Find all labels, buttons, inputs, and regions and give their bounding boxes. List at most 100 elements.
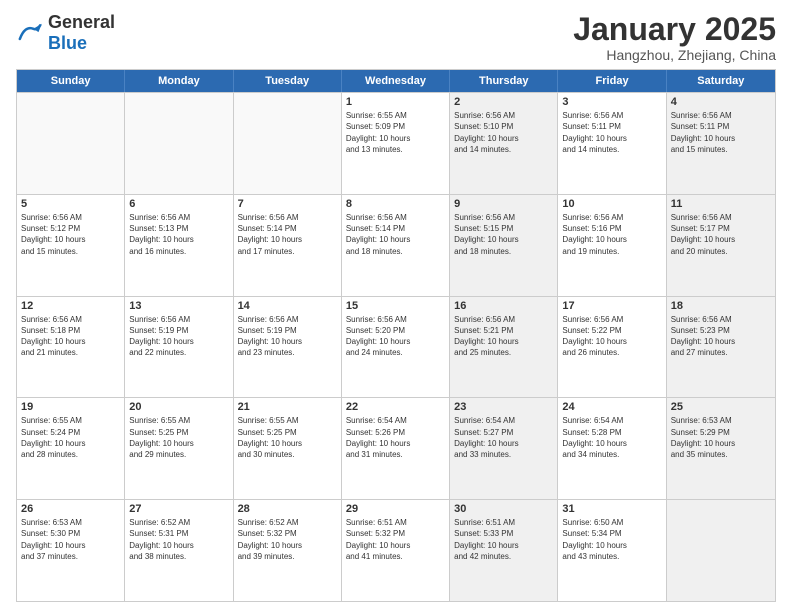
day-info: Sunrise: 6:56 AM Sunset: 5:16 PM Dayligh… bbox=[562, 212, 661, 257]
header-day-thursday: Thursday bbox=[450, 70, 558, 92]
calendar-cell-1-5: 10 Sunrise: 6:56 AM Sunset: 5:16 PM Dayli… bbox=[558, 195, 666, 296]
day-number: 27 bbox=[129, 503, 228, 515]
calendar-cell-4-5: 31 Sunrise: 6:50 AM Sunset: 5:34 PM Dayli… bbox=[558, 500, 666, 601]
day-number: 14 bbox=[238, 300, 337, 312]
calendar-row-1: 5 Sunrise: 6:56 AM Sunset: 5:12 PM Daylig… bbox=[17, 194, 775, 296]
day-info: Sunrise: 6:52 AM Sunset: 5:32 PM Dayligh… bbox=[238, 517, 337, 562]
calendar-cell-0-1 bbox=[125, 93, 233, 194]
calendar-cell-4-4: 30 Sunrise: 6:51 AM Sunset: 5:33 PM Dayli… bbox=[450, 500, 558, 601]
day-number: 5 bbox=[21, 198, 120, 210]
calendar-cell-4-6 bbox=[667, 500, 775, 601]
day-number: 13 bbox=[129, 300, 228, 312]
header-day-saturday: Saturday bbox=[667, 70, 775, 92]
day-number: 2 bbox=[454, 96, 553, 108]
day-info: Sunrise: 6:55 AM Sunset: 5:09 PM Dayligh… bbox=[346, 110, 445, 155]
day-info: Sunrise: 6:56 AM Sunset: 5:17 PM Dayligh… bbox=[671, 212, 771, 257]
day-number: 17 bbox=[562, 300, 661, 312]
day-info: Sunrise: 6:51 AM Sunset: 5:33 PM Dayligh… bbox=[454, 517, 553, 562]
day-info: Sunrise: 6:50 AM Sunset: 5:34 PM Dayligh… bbox=[562, 517, 661, 562]
day-number: 8 bbox=[346, 198, 445, 210]
day-number: 11 bbox=[671, 198, 771, 210]
month-title: January 2025 bbox=[573, 12, 776, 47]
day-info: Sunrise: 6:56 AM Sunset: 5:12 PM Dayligh… bbox=[21, 212, 120, 257]
calendar-cell-2-4: 16 Sunrise: 6:56 AM Sunset: 5:21 PM Dayli… bbox=[450, 297, 558, 398]
calendar-cell-2-0: 12Sunrise: 6:56 AM Sunset: 5:18 PM Dayli… bbox=[17, 297, 125, 398]
day-info: Sunrise: 6:52 AM Sunset: 5:31 PM Dayligh… bbox=[129, 517, 228, 562]
calendar-cell-2-3: 15 Sunrise: 6:56 AM Sunset: 5:20 PM Dayli… bbox=[342, 297, 450, 398]
logo-general: General bbox=[48, 12, 115, 32]
day-info: Sunrise: 6:51 AM Sunset: 5:32 PM Dayligh… bbox=[346, 517, 445, 562]
calendar-row-4: 26 Sunrise: 6:53 AM Sunset: 5:30 PM Dayli… bbox=[17, 499, 775, 601]
day-number: 12 bbox=[21, 300, 120, 312]
calendar-cell-0-3: 1 Sunrise: 6:55 AM Sunset: 5:09 PM Daylig… bbox=[342, 93, 450, 194]
calendar-cell-2-5: 17 Sunrise: 6:56 AM Sunset: 5:22 PM Dayli… bbox=[558, 297, 666, 398]
day-number: 29 bbox=[346, 503, 445, 515]
day-info: Sunrise: 6:56 AM Sunset: 5:15 PM Dayligh… bbox=[454, 212, 553, 257]
calendar-header: SundayMondayTuesdayWednesdayThursdayFrid… bbox=[17, 70, 775, 92]
calendar-cell-4-2: 28 Sunrise: 6:52 AM Sunset: 5:32 PM Dayli… bbox=[234, 500, 342, 601]
calendar-cell-0-4: 2 Sunrise: 6:56 AM Sunset: 5:10 PM Daylig… bbox=[450, 93, 558, 194]
day-info: Sunrise: 6:56 AM Sunset: 5:11 PM Dayligh… bbox=[562, 110, 661, 155]
day-number: 6 bbox=[129, 198, 228, 210]
day-info: Sunrise: 6:56 AM Sunset: 5:22 PM Dayligh… bbox=[562, 314, 661, 359]
day-number: 26 bbox=[21, 503, 120, 515]
day-number: 30 bbox=[454, 503, 553, 515]
calendar: SundayMondayTuesdayWednesdayThursdayFrid… bbox=[16, 69, 776, 602]
header-day-wednesday: Wednesday bbox=[342, 70, 450, 92]
calendar-cell-4-0: 26 Sunrise: 6:53 AM Sunset: 5:30 PM Dayli… bbox=[17, 500, 125, 601]
day-number: 3 bbox=[562, 96, 661, 108]
day-number: 24 bbox=[562, 401, 661, 413]
day-number: 10 bbox=[562, 198, 661, 210]
day-number: 22 bbox=[346, 401, 445, 413]
calendar-cell-2-6: 18Sunrise: 6:56 AM Sunset: 5:23 PM Dayli… bbox=[667, 297, 775, 398]
calendar-cell-3-2: 21 Sunrise: 6:55 AM Sunset: 5:25 PM Dayli… bbox=[234, 398, 342, 499]
day-info: Sunrise: 6:56 AM Sunset: 5:21 PM Dayligh… bbox=[454, 314, 553, 359]
day-number: 21 bbox=[238, 401, 337, 413]
day-info: Sunrise: 6:54 AM Sunset: 5:26 PM Dayligh… bbox=[346, 415, 445, 460]
day-number: 15 bbox=[346, 300, 445, 312]
day-number: 31 bbox=[562, 503, 661, 515]
calendar-cell-0-5: 3 Sunrise: 6:56 AM Sunset: 5:11 PM Daylig… bbox=[558, 93, 666, 194]
day-number: 16 bbox=[454, 300, 553, 312]
calendar-cell-0-0 bbox=[17, 93, 125, 194]
day-number: 9 bbox=[454, 198, 553, 210]
day-number: 28 bbox=[238, 503, 337, 515]
logo: General Blue bbox=[16, 12, 115, 54]
logo-blue: Blue bbox=[48, 33, 87, 53]
day-info: Sunrise: 6:56 AM Sunset: 5:11 PM Dayligh… bbox=[671, 110, 771, 155]
day-info: Sunrise: 6:56 AM Sunset: 5:14 PM Dayligh… bbox=[346, 212, 445, 257]
header-day-sunday: Sunday bbox=[17, 70, 125, 92]
calendar-cell-1-6: 11 Sunrise: 6:56 AM Sunset: 5:17 PM Dayli… bbox=[667, 195, 775, 296]
location-subtitle: Hangzhou, Zhejiang, China bbox=[573, 47, 776, 63]
day-number: 4 bbox=[671, 96, 771, 108]
calendar-body: 1 Sunrise: 6:55 AM Sunset: 5:09 PM Daylig… bbox=[17, 92, 775, 601]
day-info: Sunrise: 6:55 AM Sunset: 5:24 PM Dayligh… bbox=[21, 415, 120, 460]
day-info: Sunrise: 6:53 AM Sunset: 5:30 PM Dayligh… bbox=[21, 517, 120, 562]
calendar-cell-3-0: 19Sunrise: 6:55 AM Sunset: 5:24 PM Dayli… bbox=[17, 398, 125, 499]
calendar-row-0: 1 Sunrise: 6:55 AM Sunset: 5:09 PM Daylig… bbox=[17, 92, 775, 194]
calendar-row-2: 12Sunrise: 6:56 AM Sunset: 5:18 PM Dayli… bbox=[17, 296, 775, 398]
day-info: Sunrise: 6:56 AM Sunset: 5:10 PM Dayligh… bbox=[454, 110, 553, 155]
calendar-cell-3-3: 22 Sunrise: 6:54 AM Sunset: 5:26 PM Dayli… bbox=[342, 398, 450, 499]
calendar-cell-2-1: 13 Sunrise: 6:56 AM Sunset: 5:19 PM Dayli… bbox=[125, 297, 233, 398]
day-number: 7 bbox=[238, 198, 337, 210]
calendar-cell-4-3: 29 Sunrise: 6:51 AM Sunset: 5:32 PM Dayli… bbox=[342, 500, 450, 601]
day-info: Sunrise: 6:56 AM Sunset: 5:19 PM Dayligh… bbox=[129, 314, 228, 359]
page: General Blue January 2025 Hangzhou, Zhej… bbox=[0, 0, 792, 612]
day-info: Sunrise: 6:53 AM Sunset: 5:29 PM Dayligh… bbox=[671, 415, 771, 460]
calendar-row-3: 19Sunrise: 6:55 AM Sunset: 5:24 PM Dayli… bbox=[17, 397, 775, 499]
calendar-cell-3-5: 24Sunrise: 6:54 AM Sunset: 5:28 PM Dayli… bbox=[558, 398, 666, 499]
calendar-cell-1-3: 8 Sunrise: 6:56 AM Sunset: 5:14 PM Daylig… bbox=[342, 195, 450, 296]
day-info: Sunrise: 6:56 AM Sunset: 5:20 PM Dayligh… bbox=[346, 314, 445, 359]
day-info: Sunrise: 6:56 AM Sunset: 5:19 PM Dayligh… bbox=[238, 314, 337, 359]
day-info: Sunrise: 6:55 AM Sunset: 5:25 PM Dayligh… bbox=[238, 415, 337, 460]
day-number: 1 bbox=[346, 96, 445, 108]
day-info: Sunrise: 6:55 AM Sunset: 5:25 PM Dayligh… bbox=[129, 415, 228, 460]
header-day-monday: Monday bbox=[125, 70, 233, 92]
logo-icon bbox=[16, 22, 44, 44]
calendar-cell-1-0: 5 Sunrise: 6:56 AM Sunset: 5:12 PM Daylig… bbox=[17, 195, 125, 296]
day-info: Sunrise: 6:54 AM Sunset: 5:27 PM Dayligh… bbox=[454, 415, 553, 460]
day-number: 23 bbox=[454, 401, 553, 413]
day-number: 18 bbox=[671, 300, 771, 312]
calendar-cell-3-1: 20Sunrise: 6:55 AM Sunset: 5:25 PM Dayli… bbox=[125, 398, 233, 499]
